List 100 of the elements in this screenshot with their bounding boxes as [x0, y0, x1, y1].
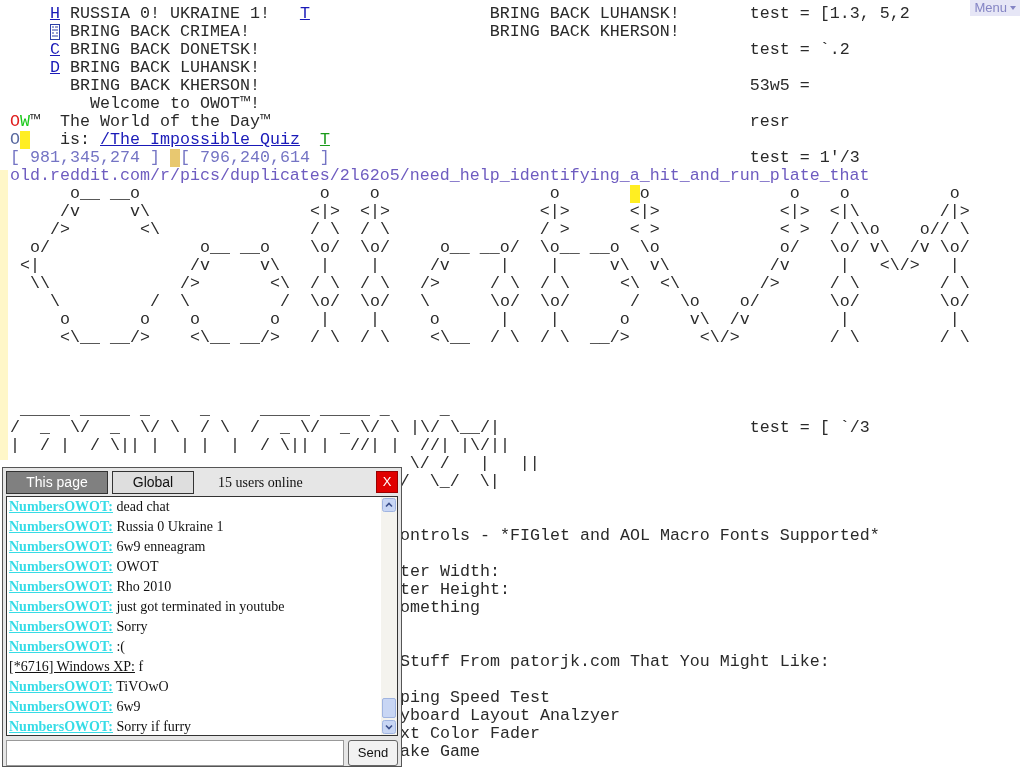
ascii-art-text: \\ [30, 274, 50, 293]
ascii-art-text: / \ [939, 328, 970, 347]
ascii-art-text: /> [50, 220, 70, 239]
ascii-art-text: \o/ [309, 238, 340, 257]
chat-username[interactable]: [*6716] Windows XP: [9, 659, 135, 674]
banner-text: || [519, 454, 540, 473]
ascii-art-text: | [949, 256, 960, 275]
ascii-art-text: \o/ [539, 292, 570, 311]
ascii-art-text: / \ [489, 328, 520, 347]
ascii-art-text: o [269, 310, 280, 329]
ascii-art-text: | [499, 310, 510, 329]
banner-text: \/ \ [140, 418, 180, 437]
send-button[interactable]: Send [348, 740, 398, 766]
ascii-art-text: o__ __o [199, 238, 270, 257]
chat-message: Rho 2010 [116, 579, 172, 594]
menu-button[interactable]: Menu [970, 0, 1020, 16]
ascii-art-text: v\ [689, 310, 710, 329]
board-text: test = `.2 [749, 40, 850, 59]
ascii-art-text: <\ [139, 220, 160, 239]
board-text: BRING BACK DONETSK! [70, 40, 260, 59]
ascii-art-text: o__ __o/ [439, 238, 520, 257]
tool-link[interactable]: xt Color Fader [400, 724, 540, 743]
ascii-art-text: / \ [939, 274, 970, 293]
ascii-art-text: /> [179, 274, 200, 293]
scroll-up-icon[interactable] [382, 498, 396, 512]
banner-text: //| | [349, 436, 400, 455]
banner-text: //| |\/|| [419, 436, 510, 455]
coordinate-link[interactable]: [ 981,345,274 ] [10, 148, 160, 167]
banner-text: / | [40, 436, 70, 455]
ascii-art-text: <| [20, 256, 40, 275]
ascii-art-text: o/ [30, 238, 50, 257]
ascii-art-text: / \ [539, 328, 570, 347]
link[interactable]: C [50, 40, 60, 59]
ascii-art-text: \o [639, 238, 660, 257]
setting-label: ter Height: [400, 580, 510, 599]
chat-message: Sorry [116, 619, 148, 634]
board-text: 53w5 = [749, 76, 810, 95]
ascii-art-text: \o/ [939, 292, 970, 311]
ascii-art-text: \o [679, 292, 700, 311]
tool-link[interactable]: yboard Layout Analzyer [400, 706, 620, 725]
glyph-box-icon [50, 24, 60, 40]
ascii-art-text: /v \o/ [909, 238, 970, 257]
ascii-art-text: o [949, 184, 960, 203]
chat-input-field[interactable] [6, 740, 344, 766]
chat-message: Russia 0 Ukraine 1 [116, 519, 224, 534]
ascii-art-text: <\ [659, 274, 680, 293]
chat-message: TiVOwO [116, 679, 169, 694]
ascii-art-text: v\ [609, 256, 630, 275]
ascii-art-text: o/ [739, 292, 760, 311]
scrollbar[interactable] [381, 497, 397, 735]
link[interactable]: H [50, 4, 60, 23]
board-text: BRING BACK LUHANSK! [70, 58, 260, 77]
chat-message: f [138, 659, 144, 674]
board-text: RUSSIA 0! UKRAINE 1! [70, 4, 270, 23]
ascii-art-text: / \ [489, 274, 520, 293]
ascii-art-text: / \ [829, 328, 860, 347]
link[interactable]: /The_Impossible_Quiz [100, 130, 300, 149]
chat-message: dead chat [116, 499, 170, 514]
setting-label: ter Width: [400, 562, 500, 581]
link[interactable]: T [319, 130, 330, 149]
ascii-art-text: /v [189, 256, 210, 275]
ascii-art-text: | [369, 310, 380, 329]
ascii-art-text: <|> [779, 202, 810, 221]
ascii-art-text: | [949, 310, 960, 329]
ascii-art-text: / [629, 292, 640, 311]
chat-message: just got terminated in youtube [116, 599, 285, 614]
banner-text: / \ [200, 418, 230, 437]
users-online-count: 15 users online [218, 473, 303, 492]
banner-text: / \|| | [90, 436, 160, 455]
ascii-art-text: / > [539, 220, 570, 239]
banner-text: \_/ [429, 472, 460, 491]
letter: O [10, 112, 20, 131]
link[interactable]: D [50, 58, 60, 77]
tool-link[interactable]: ping Speed Test [400, 688, 550, 707]
board-text: is: [60, 130, 90, 149]
board-text: test = [1.3, 5,2 [749, 4, 910, 23]
ascii-art-text: <|> [629, 202, 660, 221]
board-text: Welcome to OWOT™! [89, 94, 260, 113]
scroll-down-icon[interactable] [382, 720, 396, 734]
ascii-art-text: o/ [779, 238, 800, 257]
ascii-art-text: \o/ [359, 292, 390, 311]
ascii-art-text: <\__ __/> [60, 328, 150, 347]
tool-link[interactable]: ake Game [400, 742, 480, 761]
ascii-art-text: __/> [589, 328, 630, 347]
ascii-art-text: / \ [359, 274, 390, 293]
ascii-art-text: <\/> [699, 328, 740, 347]
close-button[interactable]: X [376, 471, 398, 493]
ascii-art-text: o [619, 310, 630, 329]
chat-tab[interactable]: Global [112, 470, 194, 494]
coordinate-link[interactable]: [ 796,240,614 ] [179, 148, 330, 167]
ascii-art-text: o [789, 184, 800, 203]
ascii-art-text: | [369, 256, 380, 275]
ascii-art-text: <\__ __/> [189, 328, 280, 347]
link[interactable]: T [299, 4, 310, 23]
chat-tab[interactable]: This page [6, 470, 108, 494]
banner-text: _ \/ \ |\/ \__/| [339, 418, 500, 437]
scroll-thumb[interactable] [382, 698, 396, 718]
ascii-art-text: <|> [539, 202, 570, 221]
url-link[interactable]: old.reddit.com/r/pics/duplicates/2l62o5/need_help_identifying_a_hit_and_run_plate_that [10, 166, 870, 185]
banner-text: | [229, 436, 240, 455]
